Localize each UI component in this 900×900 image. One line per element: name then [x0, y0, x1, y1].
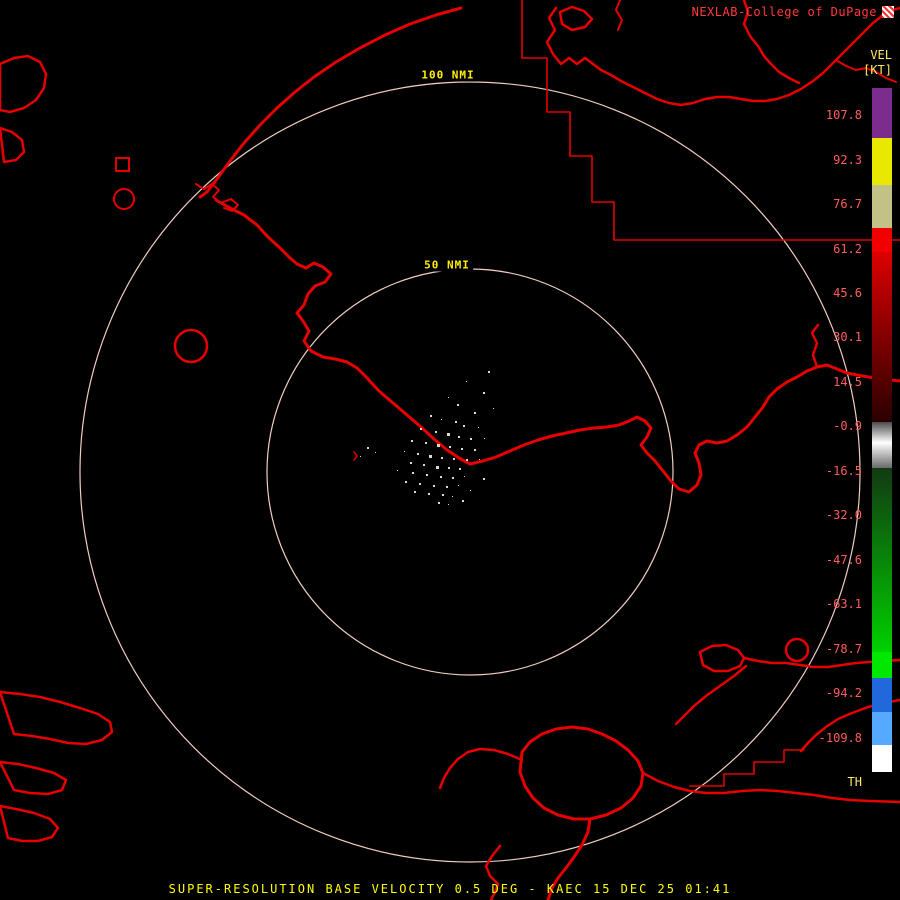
- radar-map-svg[interactable]: [0, 0, 900, 900]
- colorbar-segment: [872, 252, 892, 422]
- colorbar-segment: [872, 88, 892, 138]
- velocity-colorbar: [872, 88, 892, 772]
- colorbar-title-label: VEL: [870, 48, 892, 62]
- colorbar-unit-label: [KT]: [863, 63, 892, 77]
- range-ring-label: 50 NMI: [421, 258, 473, 272]
- brand-text: NEXLAB-College of DuPage: [691, 5, 877, 19]
- colorbar-segment: [872, 652, 892, 678]
- colorbar-segment: [872, 422, 892, 468]
- colorbar-segment: [872, 185, 892, 228]
- colorbar-segment: [872, 678, 892, 712]
- colorbar-segment: [872, 745, 892, 772]
- colorbar-segment: [872, 712, 892, 745]
- colorbar-segment: [872, 228, 892, 252]
- product-title: SUPER-RESOLUTION BASE VELOCITY 0.5 DEG -…: [168, 882, 732, 896]
- dupage-logo-icon: [882, 6, 894, 18]
- colorbar-title: VEL [KT]: [863, 48, 892, 78]
- brand-header: NEXLAB-College of DuPage: [692, 5, 894, 19]
- range-ring-label: 100 NMI: [418, 68, 478, 82]
- colorbar-segment: [872, 138, 892, 185]
- radar-viewer: 107.8 92.3 76.7 61.2 45.6 30.1 14.5 -0.9 -16.5 -3…: [0, 0, 900, 900]
- colorbar-segment: [872, 468, 892, 652]
